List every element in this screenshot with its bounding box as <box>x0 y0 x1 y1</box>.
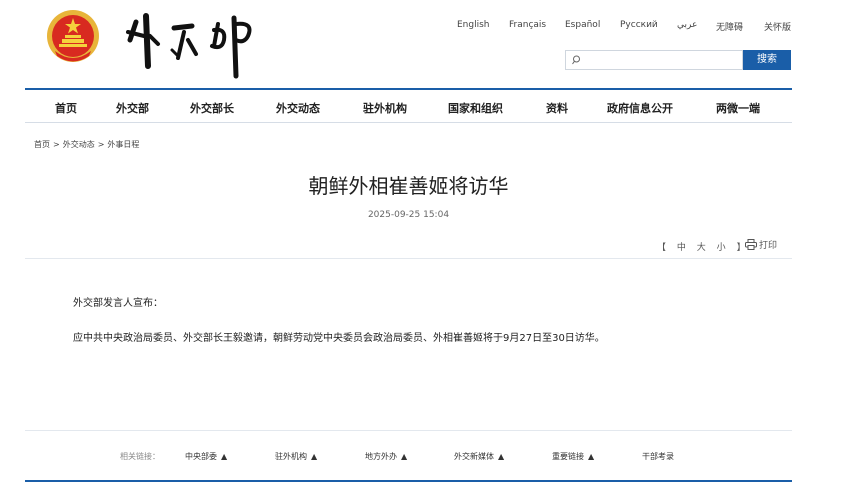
accessibility-link[interactable]: 无障碍 <box>716 20 743 33</box>
nav-item-diplomatic-news[interactable]: 外交动态 <box>276 100 320 116</box>
footer-top-divider <box>25 430 792 431</box>
breadcrumb-home[interactable]: 首页 <box>34 140 50 149</box>
lang-french-link[interactable]: Français <box>509 20 546 30</box>
related-links-label: 相关链接： <box>120 452 160 461</box>
related-link-cadre-recruitment[interactable]: 干部考录 <box>642 451 674 462</box>
related-link-label: 外交新媒体 <box>454 452 494 461</box>
expand-arrow-icon: ▲ <box>401 452 408 461</box>
nav-item-minister[interactable]: 外交部长 <box>190 100 234 116</box>
nav-bottom-divider <box>25 122 792 123</box>
search-icon <box>572 55 580 65</box>
related-link-central-ministries[interactable]: 中央部委 ▲ <box>185 451 227 462</box>
related-link-new-media[interactable]: 外交新媒体 ▲ <box>454 451 504 462</box>
search-box <box>565 50 743 70</box>
article-date: 2025-09-25 15:04 <box>367 210 450 220</box>
related-link-missions-abroad[interactable]: 驻外机构 ▲ <box>275 451 317 462</box>
expand-arrow-icon: ▲ <box>221 452 228 461</box>
nav-item-government-info[interactable]: 政府信息公开 <box>607 100 673 116</box>
content-divider <box>25 258 792 259</box>
nav-item-home[interactable]: 首页 <box>55 100 77 116</box>
nav-item-ministry[interactable]: 外交部 <box>116 100 149 116</box>
breadcrumb-foreign-affairs-schedule[interactable]: 外事日程 <box>107 140 139 149</box>
related-link-local-foreign-affairs[interactable]: 地方外办 ▲ <box>365 451 407 462</box>
font-size-control: 【 中 大 小 】 <box>657 240 754 253</box>
print-label: 打印 <box>759 241 778 251</box>
related-link-label: 中央部委 <box>185 452 217 461</box>
lang-arabic-link[interactable]: عربي <box>677 20 697 30</box>
breadcrumb-separator: > <box>97 140 105 149</box>
nav-item-weibo-wechat-app[interactable]: 两微一端 <box>716 100 760 116</box>
footer-bottom-divider <box>25 480 792 482</box>
nav-item-resources[interactable]: 资料 <box>546 100 568 116</box>
search-button[interactable]: 搜索 <box>743 50 791 70</box>
lang-english-link[interactable]: English <box>457 20 490 30</box>
elderly-care-version-link[interactable]: 关怀版 <box>764 20 791 33</box>
expand-arrow-icon: ▲ <box>311 452 318 461</box>
article-paragraph: 应中共中央政治局委员、外交部长王毅邀请，朝鲜劳动党中央委员会政治局委员、外相崔善… <box>73 333 605 344</box>
breadcrumb-diplomatic-news[interactable]: 外交动态 <box>63 140 95 149</box>
related-link-label: 地方外办 <box>365 452 397 461</box>
related-link-important-links[interactable]: 重要链接 ▲ <box>552 451 594 462</box>
nav-item-countries-organizations[interactable]: 国家和组织 <box>448 100 503 116</box>
font-size-large-button[interactable]: 大 <box>697 243 706 253</box>
related-link-label: 重要链接 <box>552 452 584 461</box>
nav-item-missions-abroad[interactable]: 驻外机构 <box>363 100 407 116</box>
lang-russian-link[interactable]: Русский <box>620 20 658 30</box>
article-title: 朝鲜外相崔善姬将访华 <box>308 174 509 198</box>
main-nav: 首页 外交部 外交部长 外交动态 驻外机构 国家和组织 资料 政府信息公开 两微… <box>25 90 792 122</box>
search-input[interactable] <box>586 53 738 67</box>
national-emblem-logo[interactable] <box>45 9 101 65</box>
related-links-bar: 相关链接： 中央部委 ▲ 驻外机构 ▲ 地方外办 ▲ 外交新媒体 ▲ 重要链接 ▲ 干部考… <box>25 444 792 468</box>
print-button[interactable]: 打印 <box>745 238 777 251</box>
font-size-medium-button[interactable]: 中 <box>677 243 686 253</box>
printer-icon <box>745 239 757 250</box>
ministry-calligraphy-logo[interactable] <box>122 6 272 80</box>
related-link-label: 驻外机构 <box>275 452 307 461</box>
font-size-small-button[interactable]: 小 <box>717 243 726 253</box>
expand-arrow-icon: ▲ <box>498 452 505 461</box>
breadcrumb-separator: > <box>53 140 60 149</box>
lang-spanish-link[interactable]: Español <box>565 20 600 30</box>
breadcrumb: 首页 > 外交动态 > 外事日程 <box>34 139 139 150</box>
language-bar: English Français Español Русский عربي 无障… <box>455 20 795 34</box>
expand-arrow-icon: ▲ <box>588 452 595 461</box>
article-paragraph: 外交部发言人宣布： <box>73 298 163 309</box>
font-size-bracket-open: 【 <box>657 243 667 253</box>
